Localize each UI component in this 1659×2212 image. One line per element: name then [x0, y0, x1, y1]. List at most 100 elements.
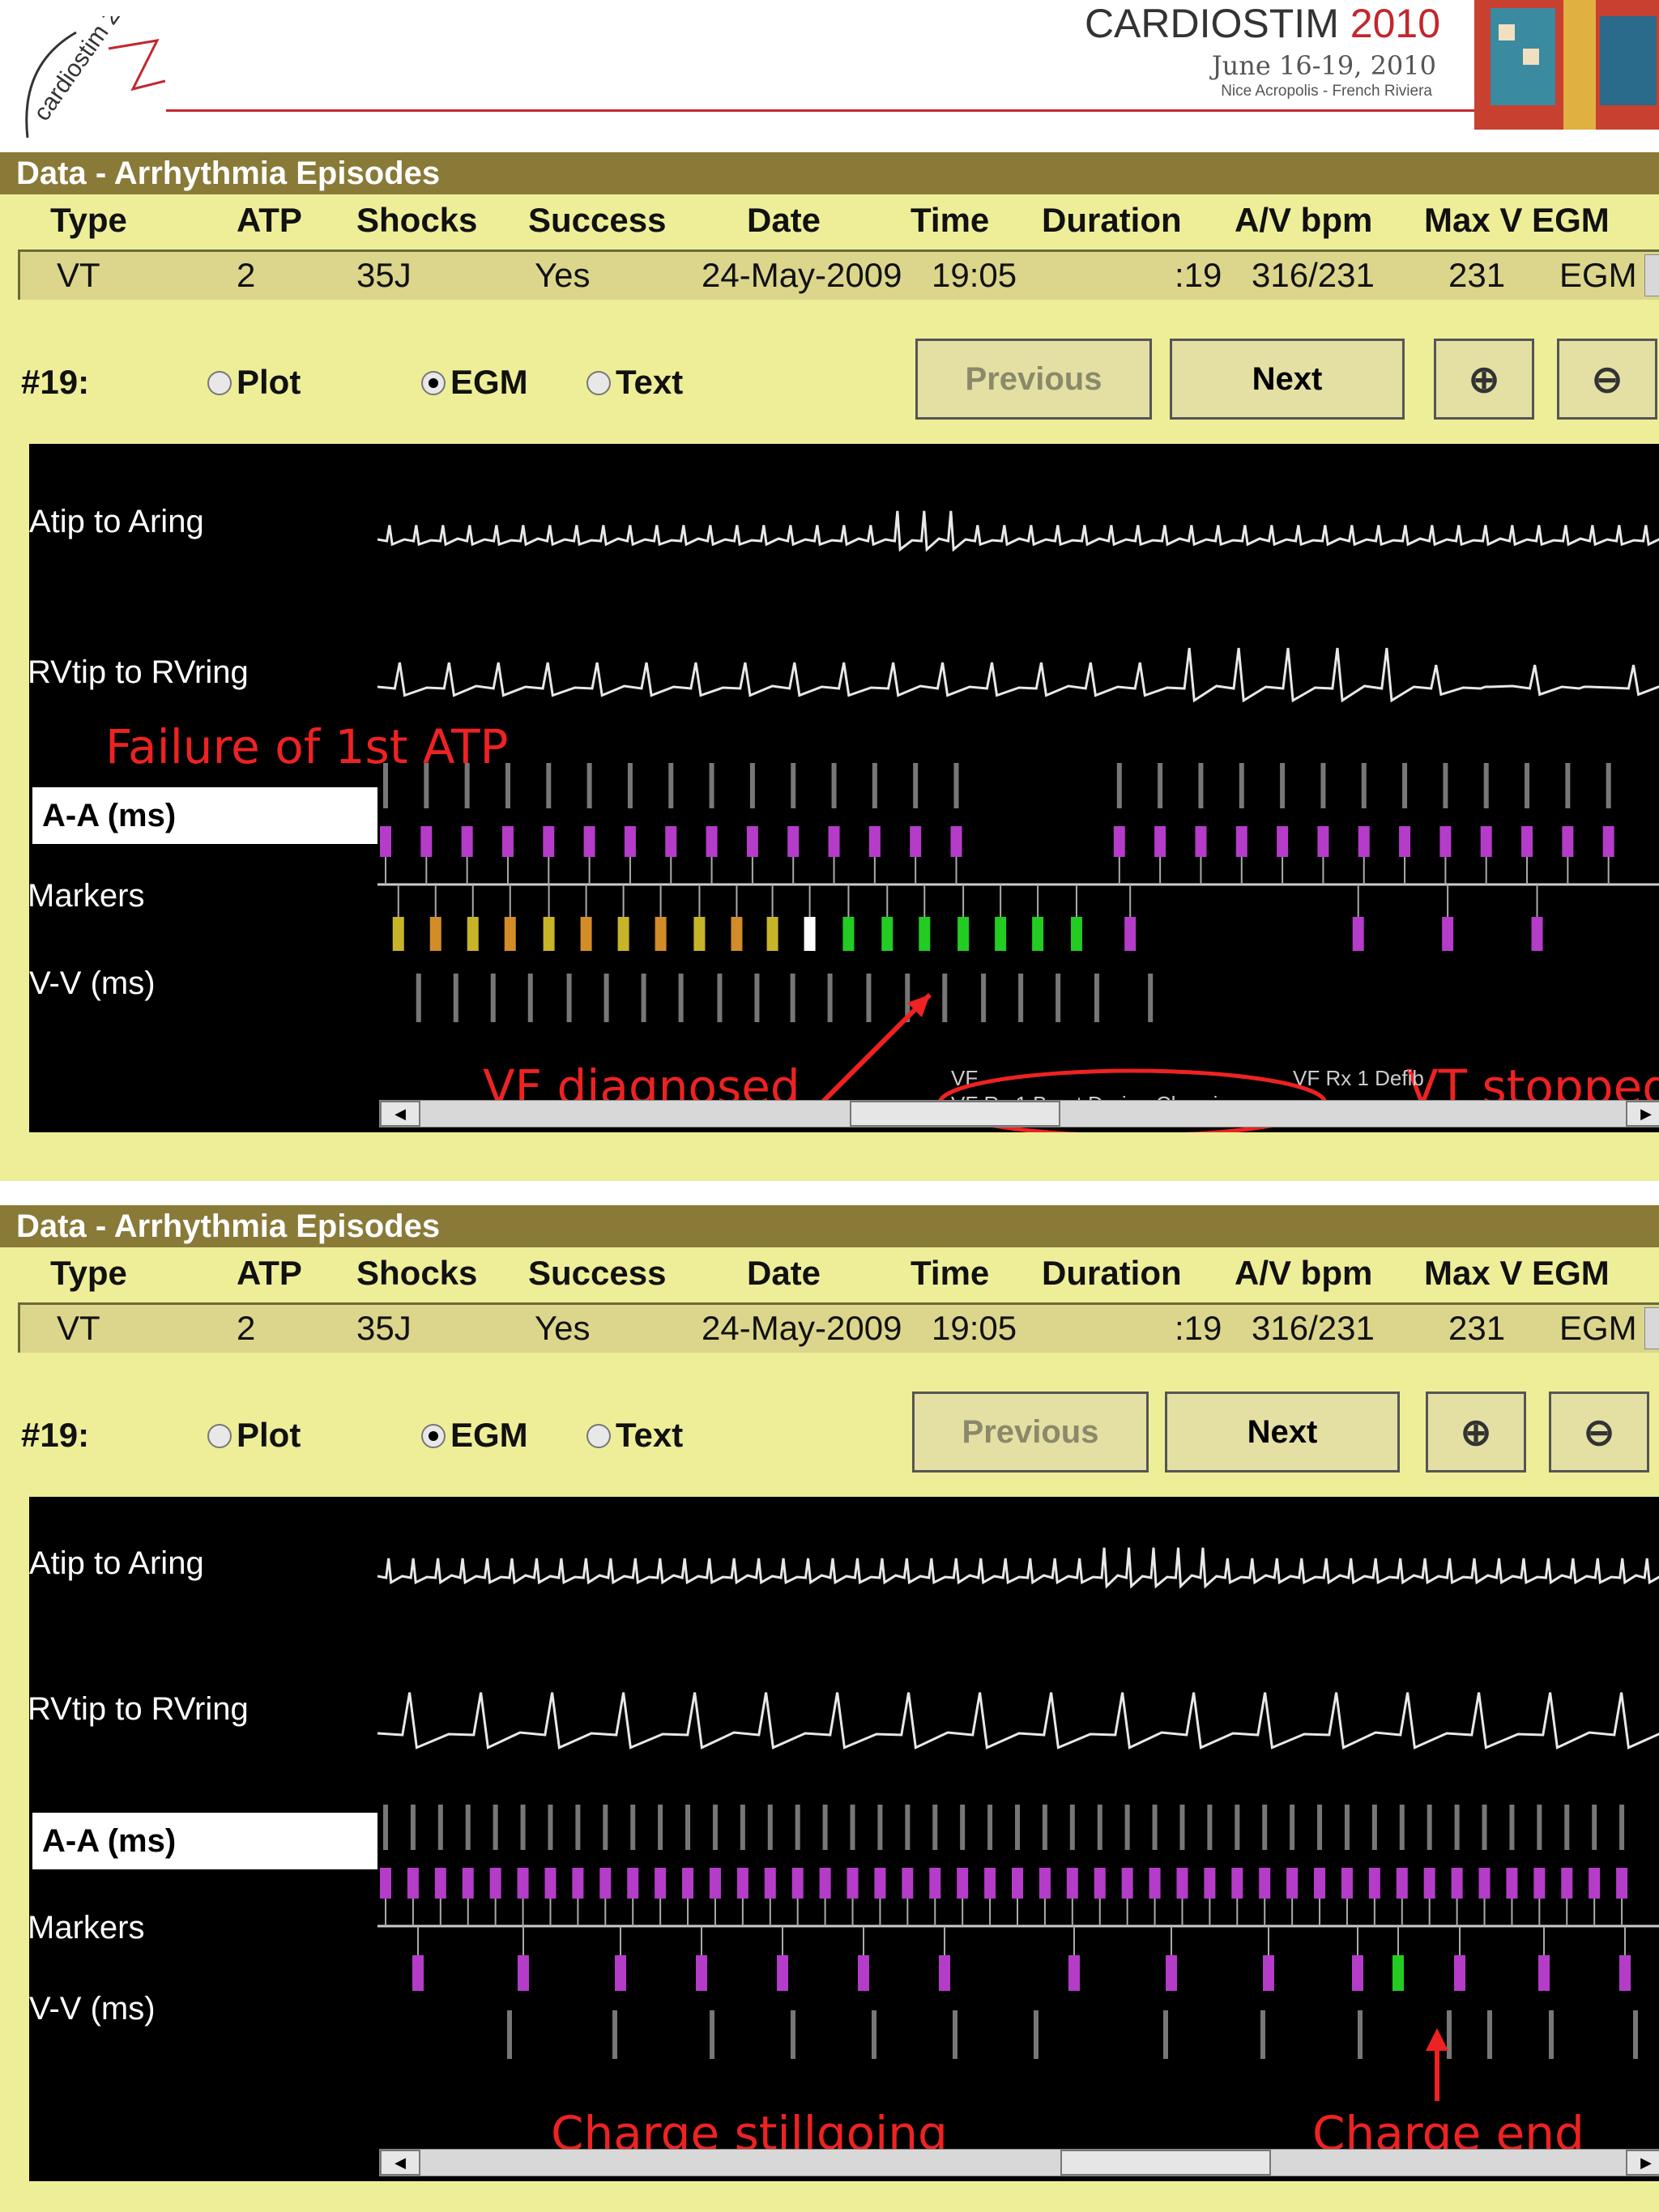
- aa-interval-value: [630, 1805, 636, 1850]
- conference-dates: June 16-19, 2010: [1211, 50, 1436, 81]
- aa-interval-value: [932, 1805, 938, 1850]
- v-marker: [693, 917, 706, 951]
- row-scroll-button[interactable]: [1644, 254, 1659, 296]
- cell-duration: :19: [1175, 256, 1222, 294]
- panel-title: Data - Arrhythmia Episodes: [0, 1205, 1659, 1247]
- column-header: Type: [50, 201, 127, 239]
- scroll-thumb[interactable]: [850, 1101, 1060, 1127]
- scroll-left-arrow[interactable]: ◀: [380, 2150, 420, 2176]
- v-marker: [804, 917, 816, 951]
- zoom-out-button[interactable]: ⊖: [1557, 339, 1657, 420]
- vv-interval-value: [1148, 974, 1154, 1022]
- cell-max-v: 231: [1448, 1309, 1506, 1347]
- aa-interval-value: [1015, 1805, 1020, 1850]
- scroll-thumb[interactable]: [1060, 2150, 1271, 2176]
- aa-interval-value: [1565, 763, 1571, 808]
- aa-interval-value: [1116, 763, 1122, 808]
- conference-title: CARDIOSTIM 2010: [1084, 1, 1440, 46]
- cell-type: VT: [57, 256, 100, 294]
- logo-text: cardiostim 2010: [28, 16, 149, 126]
- previous-button[interactable]: Previous: [915, 339, 1152, 420]
- a-marker: [1478, 1868, 1491, 1899]
- a-marker: [984, 1868, 996, 1899]
- aa-interval-value: [627, 763, 633, 808]
- zoom-in-button[interactable]: ⊕: [1434, 339, 1534, 420]
- cell-shocks: 35J: [356, 1309, 412, 1347]
- text-radio-label[interactable]: Text: [616, 1416, 683, 1455]
- vv-interval-value: [827, 974, 833, 1022]
- vv-interval-value: [905, 974, 911, 1022]
- a-marker: [1259, 1868, 1271, 1899]
- v-marker: [858, 1955, 869, 1991]
- aa-interval-value: [1619, 1805, 1625, 1850]
- plot-radio[interactable]: [207, 371, 232, 395]
- cell-time: 19:05: [932, 1309, 1017, 1347]
- previous-button[interactable]: Previous: [912, 1392, 1149, 1473]
- a-marker: [819, 1868, 831, 1899]
- v-marker: [766, 917, 778, 951]
- a-marker: [957, 1868, 969, 1899]
- aa-interval-value: [586, 763, 592, 808]
- v-marker: [731, 917, 743, 951]
- next-button[interactable]: Next: [1165, 1392, 1400, 1473]
- plot-radio-label[interactable]: Plot: [237, 1416, 301, 1455]
- a-marker: [1094, 1868, 1106, 1899]
- zoom-out-button[interactable]: ⊖: [1549, 1392, 1649, 1473]
- plot-radio[interactable]: [207, 1424, 232, 1448]
- text-radio[interactable]: [586, 371, 611, 395]
- a-marker: [380, 1868, 391, 1899]
- aa-interval-value: [520, 1805, 526, 1850]
- zoom-out-icon: ⊖: [1583, 1411, 1615, 1453]
- vv-interval-value: [1633, 2010, 1638, 2059]
- aa-interval-value: [603, 1805, 608, 1850]
- vv-interval-value: [717, 974, 723, 1022]
- scroll-right-arrow[interactable]: ▶: [1626, 1101, 1659, 1127]
- a-marker: [501, 826, 514, 857]
- a-marker: [1368, 1868, 1380, 1899]
- text-radio-label[interactable]: Text: [616, 363, 683, 402]
- vv-interval-value: [678, 974, 684, 1022]
- cell-shocks: 35J: [356, 256, 412, 294]
- v-marker: [429, 917, 441, 951]
- aa-interval-value: [709, 763, 714, 808]
- column-header: Shocks: [356, 201, 478, 239]
- aa-interval-value: [740, 1805, 745, 1850]
- plot-radio-label[interactable]: Plot: [237, 363, 301, 402]
- annotation-failure-atp: Failure of 1st ATP: [105, 719, 509, 774]
- row-scroll-button[interactable]: [1644, 1307, 1659, 1349]
- text-radio[interactable]: [586, 1424, 611, 1448]
- horizontal-scrollbar[interactable]: ◀ ▶: [379, 1100, 1659, 1127]
- vv-interval-value: [490, 974, 496, 1022]
- scroll-left-arrow[interactable]: ◀: [380, 1101, 420, 1127]
- cell-date: 24-May-2009: [702, 256, 902, 294]
- aa-interval-value: [668, 763, 674, 808]
- column-header: Duration: [1042, 201, 1182, 239]
- v-marker: [957, 917, 970, 951]
- cell-atp: 2: [237, 1309, 256, 1347]
- zoom-in-button[interactable]: ⊕: [1426, 1392, 1526, 1473]
- v-marker: [412, 1955, 424, 1991]
- egm-radio-label[interactable]: EGM: [450, 1416, 528, 1455]
- a-marker: [665, 826, 677, 857]
- aa-interval-value: [1152, 1805, 1158, 1850]
- cell-date: 24-May-2009: [702, 1309, 902, 1347]
- next-button[interactable]: Next: [1170, 339, 1405, 420]
- ventricular-trace: [377, 1692, 1659, 1750]
- aa-interval-value: [548, 1805, 553, 1850]
- a-marker: [517, 1868, 529, 1899]
- column-header: Max V EGM: [1424, 201, 1610, 239]
- a-marker: [1561, 1868, 1573, 1899]
- a-marker: [1286, 1868, 1299, 1899]
- egm-waveform-plot: [377, 1547, 1659, 2059]
- aa-interval-value: [546, 763, 552, 808]
- egm-radio[interactable]: [421, 371, 446, 395]
- scroll-right-arrow[interactable]: ▶: [1626, 2150, 1659, 2176]
- a-marker: [706, 826, 718, 857]
- v-marker: [615, 1955, 626, 1991]
- a-marker: [746, 826, 758, 857]
- a-marker: [1154, 826, 1166, 857]
- egm-radio[interactable]: [421, 1424, 446, 1448]
- horizontal-scrollbar[interactable]: ◀ ▶: [379, 2149, 1659, 2176]
- egm-radio-label[interactable]: EGM: [450, 363, 528, 402]
- aa-interval-value: [1443, 763, 1448, 808]
